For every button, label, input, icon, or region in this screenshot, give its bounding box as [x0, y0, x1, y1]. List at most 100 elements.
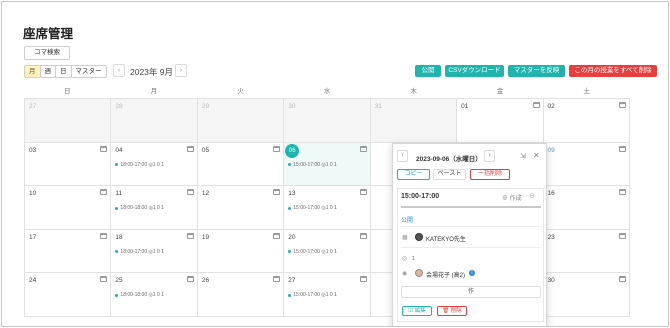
prev-month-button[interactable]: ‹: [113, 64, 125, 77]
popup-prev-day-button[interactable]: ‹: [397, 150, 408, 162]
edit-button[interactable]: ☑ 編集: [402, 306, 432, 316]
day-detail-popup: ‹ 2023-09-06（水曜日） › ⇲ ✕ コピー ペースト 一括削除 15…: [392, 143, 547, 326]
calendar-day-cell[interactable]: 16: [543, 186, 630, 230]
lesson-slot[interactable]: 18:00-17:00 ◎1 0 1: [115, 249, 164, 255]
calendar-icon[interactable]: [186, 276, 194, 282]
calendar-icon[interactable]: [273, 232, 281, 239]
calendar-icon[interactable]: [618, 102, 626, 108]
calendar-day-cell[interactable]: 13 15:00-17:00 ◎1 0 1: [284, 186, 371, 230]
calendar-icon[interactable]: [618, 276, 626, 282]
day-number: 19: [201, 233, 210, 241]
calendar-day-cell[interactable]: 04 18:00-17:00 ◎1 0 1: [111, 142, 198, 186]
calendar-day-cell[interactable]: 25 18:00-18:00 ◎1 0 1: [111, 273, 198, 317]
calendar-icon[interactable]: [618, 189, 626, 195]
calendar-icon[interactable]: [359, 145, 367, 152]
day-number: 20: [288, 233, 296, 241]
calendar-day-cell[interactable]: 29: [197, 99, 285, 143]
next-month-button[interactable]: ›: [175, 64, 187, 77]
close-icon[interactable]: ✕: [533, 151, 540, 160]
copy-button[interactable]: コピー: [397, 169, 430, 180]
info-icon[interactable]: i: [469, 270, 475, 276]
calendar-day-cell[interactable]: 19: [197, 229, 285, 273]
calendar-day-cell[interactable]: 12: [197, 186, 285, 230]
view-week-button[interactable]: 週: [40, 66, 56, 77]
calendar-icon[interactable]: [100, 232, 108, 239]
calendar-icon[interactable]: [273, 276, 281, 282]
weekday-label: 火: [237, 88, 244, 95]
slot-label: 18:00-17:00 ◎1 0 1: [120, 248, 164, 255]
calendar-day-cell[interactable]: 18 18:00-17:00 ◎1 0 1: [111, 229, 198, 273]
calendar-icon[interactable]: [100, 145, 108, 152]
calendar-day-cell[interactable]: 24: [24, 273, 112, 317]
calendar-icon[interactable]: [618, 145, 626, 152]
slot-label: 18:00-17:00 ◎1 0 1: [120, 161, 164, 168]
calendar-day-cell[interactable]: 03: [24, 142, 112, 186]
day-number: 28: [115, 103, 123, 110]
calendar-icon[interactable]: [273, 145, 281, 152]
day-number: 27: [288, 277, 296, 284]
calendar-day-cell[interactable]: 10: [24, 186, 112, 230]
lesson-slot[interactable]: 18:00-18:00 ◎1 0 1: [115, 292, 164, 298]
calendar-day-cell[interactable]: 01: [457, 99, 544, 143]
calendar-icon[interactable]: [359, 232, 367, 239]
lesson-slot[interactable]: 15:00-17:00 ◎1 0 1: [288, 205, 337, 211]
student-name[interactable]: 会場花子 (高2): [426, 270, 465, 279]
calendar-day-cell[interactable]: 30: [543, 273, 630, 317]
minus-circle-icon[interactable]: ⊖: [529, 192, 535, 200]
calendar-icon[interactable]: [532, 102, 540, 108]
pin-icon[interactable]: ⇲: [520, 152, 526, 160]
popup-next-day-button[interactable]: ›: [484, 150, 495, 162]
view-master-button[interactable]: マスター: [71, 66, 106, 77]
slot-label: 18:00-18:00 ◎1 0 1: [120, 205, 164, 211]
slot-label: 15:00-17:00 ◎1 0 1: [293, 248, 337, 255]
publish-button[interactable]: 公開: [415, 65, 441, 77]
calendar-icon[interactable]: [186, 232, 194, 239]
calendar-icon[interactable]: [100, 276, 108, 282]
delete-button[interactable]: 🗑 削除: [437, 306, 467, 316]
slot-label: 15:00-17:00 ◎1 0 1: [293, 292, 337, 298]
paste-button[interactable]: ペースト: [433, 169, 466, 180]
calendar-icon[interactable]: [273, 189, 281, 195]
calendar-icon[interactable]: [618, 232, 626, 239]
add-button[interactable]: 作: [401, 286, 541, 298]
student-avatar: [415, 269, 423, 277]
slot-dot: [288, 163, 292, 166]
calendar-day-cell[interactable]: 05: [197, 142, 285, 186]
calendar-day-cell[interactable]: 27 15:00-17:00 ◎1 0 1: [284, 273, 371, 317]
lesson-slot[interactable]: 18:00-18:00 ◎1 0 1: [115, 205, 164, 211]
calendar-day-cell[interactable]: 20 15:00-17:00 ◎1 0 1: [284, 229, 371, 273]
view-month-button[interactable]: 月: [25, 66, 41, 77]
calendar-icon[interactable]: [186, 145, 194, 152]
calendar-day-cell[interactable]: 11 18:00-18:00 ◎1 0 1: [111, 186, 198, 230]
day-number: 09: [547, 146, 555, 154]
lesson-slot[interactable]: 15:00-17:00 ◎1 0 1: [288, 249, 337, 255]
calendar-icon[interactable]: [100, 189, 108, 195]
lesson-slot[interactable]: 18:00-17:00 ◎1 0 1: [115, 162, 164, 168]
calendar-day-cell[interactable]: 31: [370, 99, 458, 143]
create-button[interactable]: ⊕ 作成: [502, 193, 522, 202]
calendar-day-cell[interactable]: 02: [543, 99, 630, 143]
view-day-button[interactable]: 日: [56, 66, 72, 77]
lesson-card: 15:00-17:00 ⊕ 作成 ⊖ 公開 ▦ KATEKYO先生 ◎ 1 ◉ …: [397, 188, 544, 322]
calendar-day-cell[interactable]: 26: [197, 273, 285, 317]
calendar-day-cell[interactable]: 28: [111, 99, 198, 143]
calendar-day-cell[interactable]: 17: [24, 229, 112, 273]
calendar-day-cell[interactable]: 30: [284, 99, 371, 143]
calendar-day-cell[interactable]: 23: [543, 229, 630, 273]
day-number: 05: [201, 146, 210, 154]
calendar-day-cell[interactable]: 27: [24, 99, 112, 143]
calendar-icon[interactable]: [359, 189, 367, 195]
calendar-day-cell[interactable]: 09: [543, 142, 630, 186]
delete-month-lessons-button[interactable]: この月の授業をすべて削除: [569, 65, 657, 77]
csv-download-button[interactable]: CSVダウンロード: [445, 65, 504, 77]
day-number: 03: [29, 146, 37, 154]
bulk-delete-button[interactable]: 一括削除: [470, 169, 510, 180]
calendar-icon[interactable]: [359, 276, 367, 282]
lesson-slot[interactable]: 15:00-17:00 ◎1 0 1: [288, 292, 337, 298]
lesson-time: 15:00-17:00: [401, 193, 440, 200]
apply-master-button[interactable]: マスターを反映: [508, 65, 565, 77]
calendar-icon[interactable]: [186, 189, 194, 195]
calendar-day-cell[interactable]: 06 15:00-17:00 ◎1 0 1: [284, 142, 371, 186]
lesson-slot[interactable]: 15:00-17:00 ◎1 0 1: [288, 162, 337, 168]
koma-search-button[interactable]: コマ検索: [24, 46, 70, 60]
